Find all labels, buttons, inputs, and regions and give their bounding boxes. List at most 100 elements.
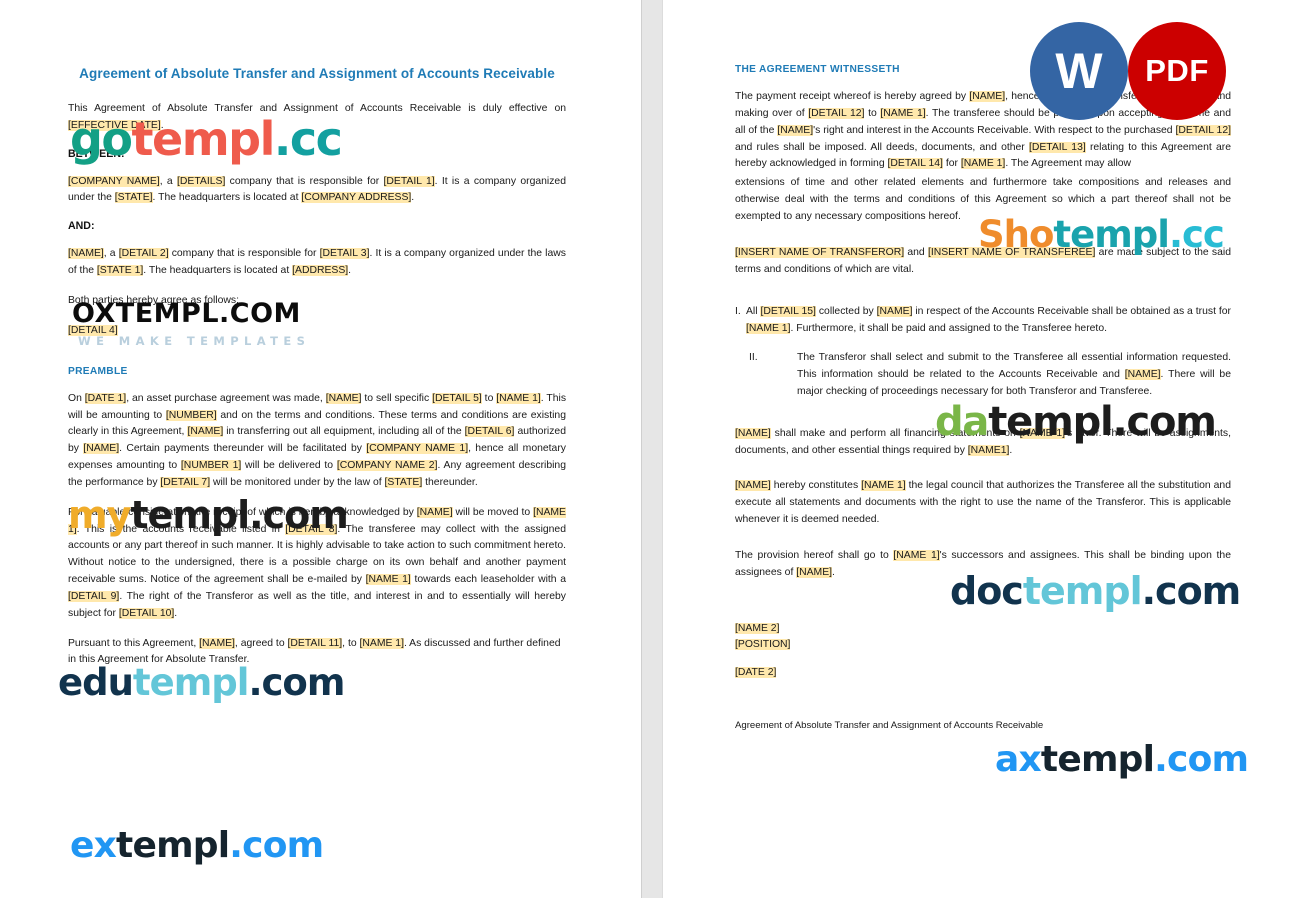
field-name: [NAME] xyxy=(1124,368,1161,380)
list-item: II. The Transferor shall select and subm… xyxy=(735,350,1231,401)
page-footer: Agreement of Absolute Transfer and Assig… xyxy=(735,720,1044,732)
intro-text: This Agreement of Absolute Transfer and … xyxy=(68,102,566,114)
field-details: [DETAILS] xyxy=(177,175,226,187)
page-1-content: Agreement of Absolute Transfer and Assig… xyxy=(68,64,566,682)
field-name-1: [NAME 1] xyxy=(1019,427,1066,439)
and-label: AND: xyxy=(68,220,95,233)
field-address: [ADDRESS] xyxy=(292,265,349,277)
field-name: [NAME] xyxy=(68,248,104,260)
pdf-badge[interactable]: PDF xyxy=(1128,22,1226,120)
field-number: [NUMBER] xyxy=(165,409,217,421)
field-company-name-1: [COMPANY NAME 1] xyxy=(366,443,469,455)
field-name-1: [NAME 1] xyxy=(893,549,940,561)
field-detail-12: [DETAIL 12] xyxy=(808,107,865,119)
field-detail-4: [DETAIL 4] xyxy=(68,324,118,336)
field-name-1: [NAME 1] xyxy=(496,392,541,404)
word-badge[interactable]: W xyxy=(1030,22,1128,120)
field-name: [NAME] xyxy=(969,91,1006,102)
field-transferee-name: [INSERT NAME OF TRANSFEREE] xyxy=(927,246,1096,258)
party-one-paragraph: [COMPANY NAME], a [DETAILS] company that… xyxy=(68,175,566,204)
field-name: [NAME] xyxy=(876,306,913,318)
field-transferor-name: [INSERT NAME OF TRANSFEROR] xyxy=(735,246,905,258)
field-name: [NAME] xyxy=(777,124,814,136)
field-name: [NAME] xyxy=(796,566,833,578)
signature-date-line: [DATE 2] xyxy=(735,665,1231,682)
preamble-paragraph-2: For valuable consideration, the receipt … xyxy=(68,506,566,619)
field-detail-3: [DETAIL 3] xyxy=(319,248,370,260)
field-state-1: [STATE 1] xyxy=(96,265,144,277)
field-company-address: [COMPANY ADDRESS] xyxy=(301,192,412,204)
financing-paragraph: [NAME] shall make and perform all financ… xyxy=(735,427,1232,456)
field-position: [POSITION] xyxy=(735,639,791,651)
field-state: [STATE] xyxy=(384,476,423,488)
field-detail-7: [DETAIL 7] xyxy=(160,476,211,488)
field-name: [NAME] xyxy=(187,426,224,438)
field-date-1: [DATE 1] xyxy=(84,392,127,404)
field-detail-11: [DETAIL 11] xyxy=(287,637,343,649)
list-item: I. All [DETAIL 15] collected by [NAME] i… xyxy=(735,304,1231,338)
list-item-number: II. xyxy=(749,352,758,364)
field-detail-2: [DETAIL 2] xyxy=(118,248,169,260)
preamble-paragraph-1: On [DATE 1], an asset purchase agreement… xyxy=(68,392,567,488)
field-name-1: [NAME 1] xyxy=(365,574,411,586)
field-name-1: [NAME 1] xyxy=(359,637,404,649)
page-1: Agreement of Absolute Transfer and Assig… xyxy=(0,0,641,898)
field-name: [NAME] xyxy=(325,392,362,404)
page-gutter xyxy=(641,0,663,898)
field-date-2: [DATE 2] xyxy=(735,667,777,679)
list-item-number: I. xyxy=(735,306,741,318)
preamble-paragraph-3: Pursuant to this Agreement, [NAME], agre… xyxy=(68,637,561,666)
between-label: BETWEEN: xyxy=(68,147,125,160)
field-detail-14: [DETAIL 14] xyxy=(887,158,943,170)
signature-block: [NAME 2] [POSITION] [DATE 2] xyxy=(735,621,1231,683)
intro-paragraph: This Agreement of Absolute Transfer and … xyxy=(68,101,566,135)
numbered-list: I. All [DETAIL 15] collected by [NAME] i… xyxy=(735,304,1231,400)
field-name-1: [NAME 1] xyxy=(746,323,791,335)
field-detail-6: [DETAIL 6] xyxy=(464,426,515,438)
field-detail-15: [DETAIL 15] xyxy=(760,306,816,318)
field-name: [NAME] xyxy=(199,637,235,649)
field-detail-13: [DETAIL 13] xyxy=(1028,141,1086,153)
field-name: [NAME] xyxy=(735,427,771,439)
field-company-name-2: [COMPANY NAME 2] xyxy=(336,460,438,472)
list-item-text: All [DETAIL 15] collected by [NAME] in r… xyxy=(746,306,1231,335)
field-detail-1: [DETAIL 1] xyxy=(383,175,435,187)
field-name-2: [NAME 2] xyxy=(735,622,780,634)
format-badges: W PDF xyxy=(1030,22,1270,127)
preamble-heading: PREAMBLE xyxy=(68,365,128,377)
field-detail-10: [DETAIL 10] xyxy=(118,607,175,619)
field-detail-9: [DETAIL 9] xyxy=(68,590,120,602)
agree-line: Both parties hereby agree as follows: xyxy=(68,294,239,306)
field-name-1: [NAME 1] xyxy=(861,480,906,492)
detail-4-line: [DETAIL 4] xyxy=(68,323,566,340)
list-item-text: The Transferor shall select and submit t… xyxy=(797,352,1231,397)
field-effective-date: [EFFECTIVE DATE] xyxy=(68,119,161,131)
provision-paragraph: The provision hereof shall go to [NAME 1… xyxy=(735,549,1231,578)
field-detail-8: [DETAIL 8] xyxy=(285,523,338,535)
signature-name-line: [NAME 2] xyxy=(735,621,1231,638)
field-company-name: [COMPANY NAME] xyxy=(68,175,160,187)
witness-paragraph-1b: extensions of time and other related ele… xyxy=(735,177,1231,222)
field-name-1: [NAME 1] xyxy=(960,158,1006,170)
field-number-1: [NUMBER 1] xyxy=(180,460,242,472)
field-name: [NAME] xyxy=(83,443,120,455)
council-paragraph: [NAME] hereby constitutes [NAME 1] the l… xyxy=(735,480,1231,526)
party-two-paragraph: [NAME], a [DETAIL 2] company that is res… xyxy=(68,248,566,277)
field-state: [STATE] xyxy=(114,192,153,204)
field-detail-5: [DETAIL 5] xyxy=(432,392,482,404)
signature-position-line: [POSITION] xyxy=(735,637,1231,654)
witness-paragraph-2: [INSERT NAME OF TRANSFEROR] and [INSERT … xyxy=(735,246,1231,275)
page-2-content: THE AGREEMENT WITNESSETH The payment rec… xyxy=(735,64,1231,731)
field-name-1: [NAME1] xyxy=(967,444,1010,456)
field-name-1: [NAME 1] xyxy=(880,107,926,119)
field-name: [NAME] xyxy=(735,480,771,492)
page-title: Agreement of Absolute Transfer and Assig… xyxy=(79,66,555,81)
intro-text-end: . xyxy=(160,119,164,131)
field-name: [NAME] xyxy=(416,506,453,518)
